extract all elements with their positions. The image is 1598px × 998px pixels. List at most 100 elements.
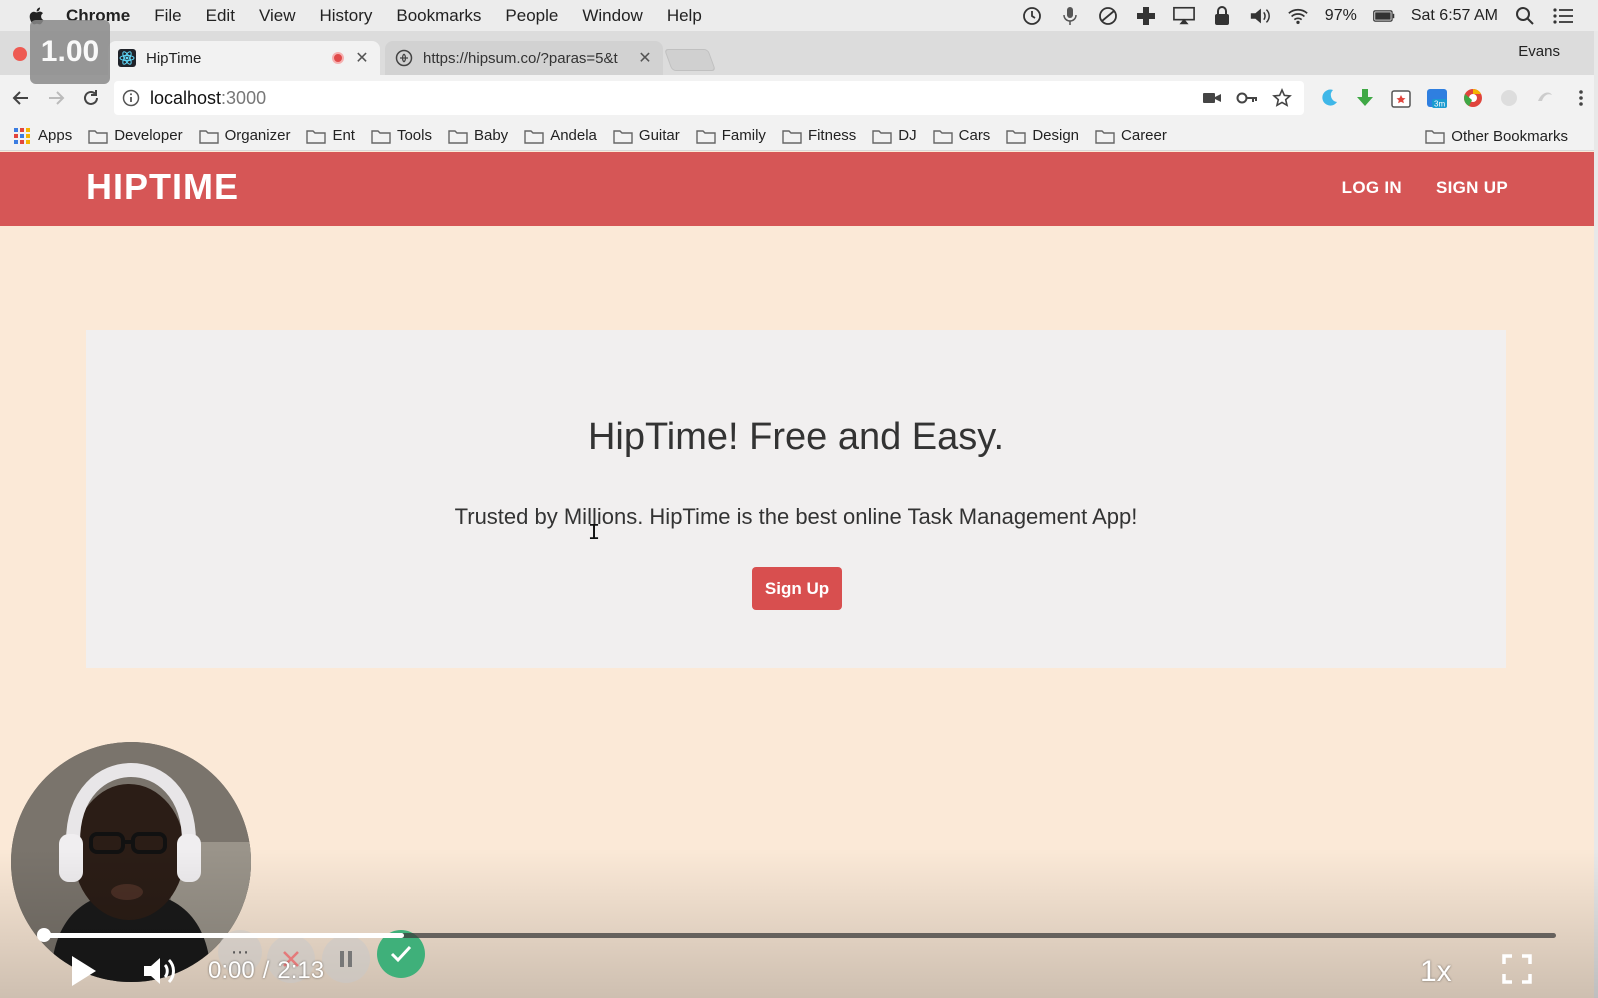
crescent-extension-icon[interactable] bbox=[1318, 87, 1340, 109]
menu-people[interactable]: People bbox=[505, 6, 558, 26]
bookmark-label: Fitness bbox=[807, 127, 857, 144]
reload-button[interactable] bbox=[77, 84, 105, 112]
battery-percent: 97% bbox=[1324, 6, 1357, 24]
bookmark-folder-other[interactable]: Other Bookmarks bbox=[1425, 121, 1568, 151]
calendar-extension-icon[interactable] bbox=[1390, 87, 1412, 109]
folder-icon bbox=[696, 129, 716, 144]
do-not-disturb-icon[interactable] bbox=[1097, 5, 1119, 27]
bookmark-folder-andela[interactable]: Andela bbox=[524, 127, 597, 144]
bookmark-label: Design bbox=[1032, 127, 1080, 144]
forward-button[interactable] bbox=[42, 84, 70, 112]
menu-view[interactable]: View bbox=[259, 6, 296, 26]
playback-speed-button[interactable]: 1x bbox=[1420, 955, 1452, 989]
more-menu-icon[interactable] bbox=[1570, 87, 1592, 109]
bookmark-label: Andela bbox=[550, 127, 597, 144]
back-button[interactable] bbox=[7, 84, 35, 112]
recording-indicator-icon bbox=[332, 52, 344, 64]
3m-extension-icon[interactable]: 3m bbox=[1426, 87, 1448, 109]
current-time: 0:00 bbox=[208, 957, 255, 984]
bookmark-folder-fitness[interactable]: Fitness bbox=[782, 127, 856, 144]
folder-icon bbox=[306, 129, 327, 144]
bookmark-label: Family bbox=[721, 127, 766, 144]
bookmark-folder-family[interactable]: Family bbox=[696, 127, 766, 144]
folder-icon bbox=[1425, 130, 1445, 144]
bookmark-folder-guitar[interactable]: Guitar bbox=[613, 127, 680, 144]
nav-signup-link[interactable]: SIGN UP bbox=[1436, 178, 1508, 198]
bookmark-folder-organizer[interactable]: Organizer bbox=[198, 127, 290, 144]
hero-card: HipTime! Free and Easy. Trusted by Milli… bbox=[86, 330, 1506, 668]
bookmark-label: Other Bookmarks bbox=[1451, 127, 1568, 145]
folder-icon bbox=[932, 129, 953, 144]
bookmarks-bar: Apps Developer Organizer Ent Tools Baby … bbox=[0, 121, 1598, 151]
folder-icon bbox=[1006, 129, 1027, 144]
fullscreen-icon[interactable] bbox=[1502, 954, 1532, 984]
play-icon[interactable] bbox=[68, 954, 98, 988]
menu-bookmarks[interactable]: Bookmarks bbox=[396, 6, 481, 26]
zoom-badge: 1.00 bbox=[30, 20, 110, 84]
close-tab-icon[interactable]: ✕ bbox=[637, 48, 653, 68]
microphone-icon[interactable] bbox=[1059, 5, 1081, 27]
new-tab-button[interactable] bbox=[663, 49, 717, 71]
tab-hiptime[interactable]: HipTime ✕ bbox=[108, 41, 380, 75]
video-progress-bar[interactable] bbox=[37, 928, 1556, 942]
menu-history[interactable]: History bbox=[319, 6, 372, 26]
key-icon[interactable] bbox=[1236, 90, 1258, 106]
star-icon[interactable] bbox=[1272, 88, 1292, 108]
profile-name[interactable]: Evans bbox=[1518, 43, 1560, 60]
info-icon[interactable] bbox=[122, 89, 140, 107]
address-bar[interactable]: localhost:3000 bbox=[114, 81, 1304, 115]
tab-hipsum[interactable]: https://hipsum.co/?paras=5&t ✕ bbox=[385, 41, 663, 75]
brand-logo[interactable]: HIPTIME bbox=[86, 166, 239, 208]
download-extension-icon[interactable] bbox=[1354, 87, 1376, 109]
bookmark-folder-developer[interactable]: Developer bbox=[88, 127, 183, 144]
extension-cross-icon[interactable] bbox=[1135, 5, 1157, 27]
menu-edit[interactable]: Edit bbox=[206, 6, 235, 26]
bookmark-label: Developer bbox=[114, 127, 183, 144]
folder-icon bbox=[88, 129, 108, 144]
bookmark-folder-design[interactable]: Design bbox=[1006, 127, 1079, 144]
clock[interactable]: Sat 6:57 AM bbox=[1411, 7, 1498, 25]
volume-icon[interactable] bbox=[142, 954, 180, 988]
bookmark-folder-cars[interactable]: Cars bbox=[932, 127, 990, 144]
window-close-button[interactable] bbox=[13, 47, 27, 61]
hero-signup-button[interactable]: Sign Up bbox=[752, 567, 842, 610]
hero-subtitle: Trusted by Millions. HipTime is the best… bbox=[454, 504, 1138, 529]
grey-extension-icon[interactable] bbox=[1498, 87, 1520, 109]
grey-extension-icon-2[interactable] bbox=[1534, 87, 1556, 109]
menu-help[interactable]: Help bbox=[667, 6, 702, 26]
nav-login-link[interactable]: LOG IN bbox=[1342, 178, 1402, 198]
lock-icon[interactable] bbox=[1211, 5, 1233, 27]
folder-icon bbox=[371, 129, 391, 144]
menu-file[interactable]: File bbox=[154, 6, 181, 26]
bookmark-apps[interactable]: Apps bbox=[14, 127, 72, 144]
volume-icon[interactable] bbox=[1249, 5, 1271, 27]
folder-icon bbox=[872, 129, 892, 144]
battery-icon[interactable] bbox=[1372, 5, 1395, 27]
time-machine-icon[interactable] bbox=[1021, 5, 1043, 27]
chrome-extension-icon[interactable] bbox=[1462, 87, 1484, 109]
progress-thumb[interactable] bbox=[37, 928, 51, 942]
video-controls: 0:00 / 2:13 1x bbox=[0, 948, 1598, 994]
bookmark-folder-dj[interactable]: DJ bbox=[872, 127, 917, 144]
bookmark-folder-career[interactable]: Career bbox=[1095, 127, 1167, 144]
close-tab-icon[interactable]: ✕ bbox=[354, 48, 370, 68]
react-favicon-icon bbox=[118, 49, 136, 67]
duration: 2:13 bbox=[277, 957, 325, 984]
bookmark-label: Tools bbox=[396, 127, 432, 144]
menu-window[interactable]: Window bbox=[582, 6, 642, 26]
airplay-icon[interactable] bbox=[1172, 5, 1195, 27]
bookmark-folder-tools[interactable]: Tools bbox=[371, 127, 432, 144]
wifi-icon[interactable] bbox=[1287, 5, 1309, 27]
tab-strip: HipTime ✕ https://hipsum.co/?paras=5&t ✕… bbox=[0, 31, 1598, 75]
camera-icon[interactable] bbox=[1202, 90, 1222, 106]
bookmark-folder-baby[interactable]: Baby bbox=[448, 127, 508, 144]
hero-title: HipTime! Free and Easy. bbox=[587, 416, 1005, 458]
time-display: 0:00 / 2:13 bbox=[208, 957, 324, 985]
notification-center-icon[interactable] bbox=[1552, 5, 1574, 27]
bookmark-folder-ent[interactable]: Ent bbox=[306, 127, 355, 144]
folder-icon bbox=[782, 129, 802, 144]
tab-title: HipTime bbox=[146, 49, 202, 67]
search-icon[interactable] bbox=[1514, 5, 1536, 27]
folder-icon bbox=[524, 129, 544, 144]
url-host: localhost bbox=[150, 87, 222, 108]
